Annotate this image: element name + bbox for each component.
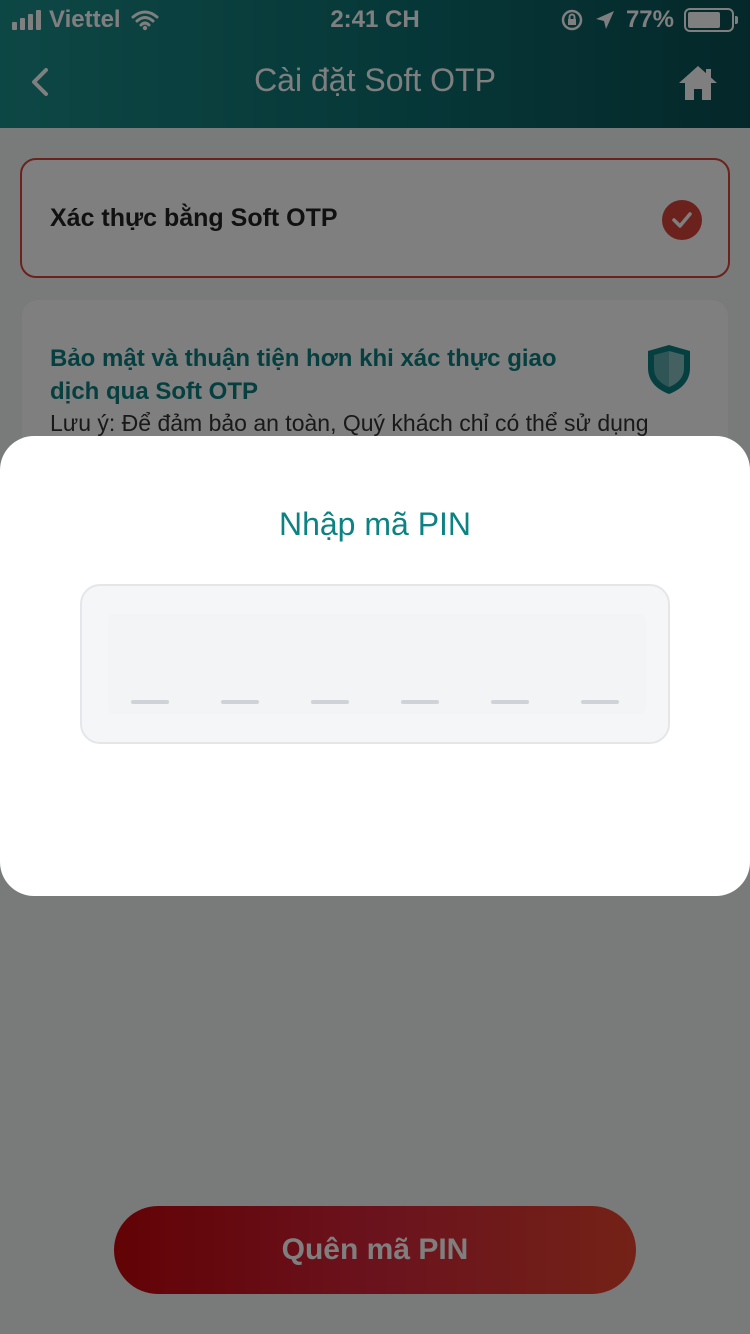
modal-title: Nhập mã PIN xyxy=(278,506,472,542)
pin-modal: Nhập mã PIN xyxy=(0,436,750,896)
pin-input-box[interactable] xyxy=(80,584,670,744)
